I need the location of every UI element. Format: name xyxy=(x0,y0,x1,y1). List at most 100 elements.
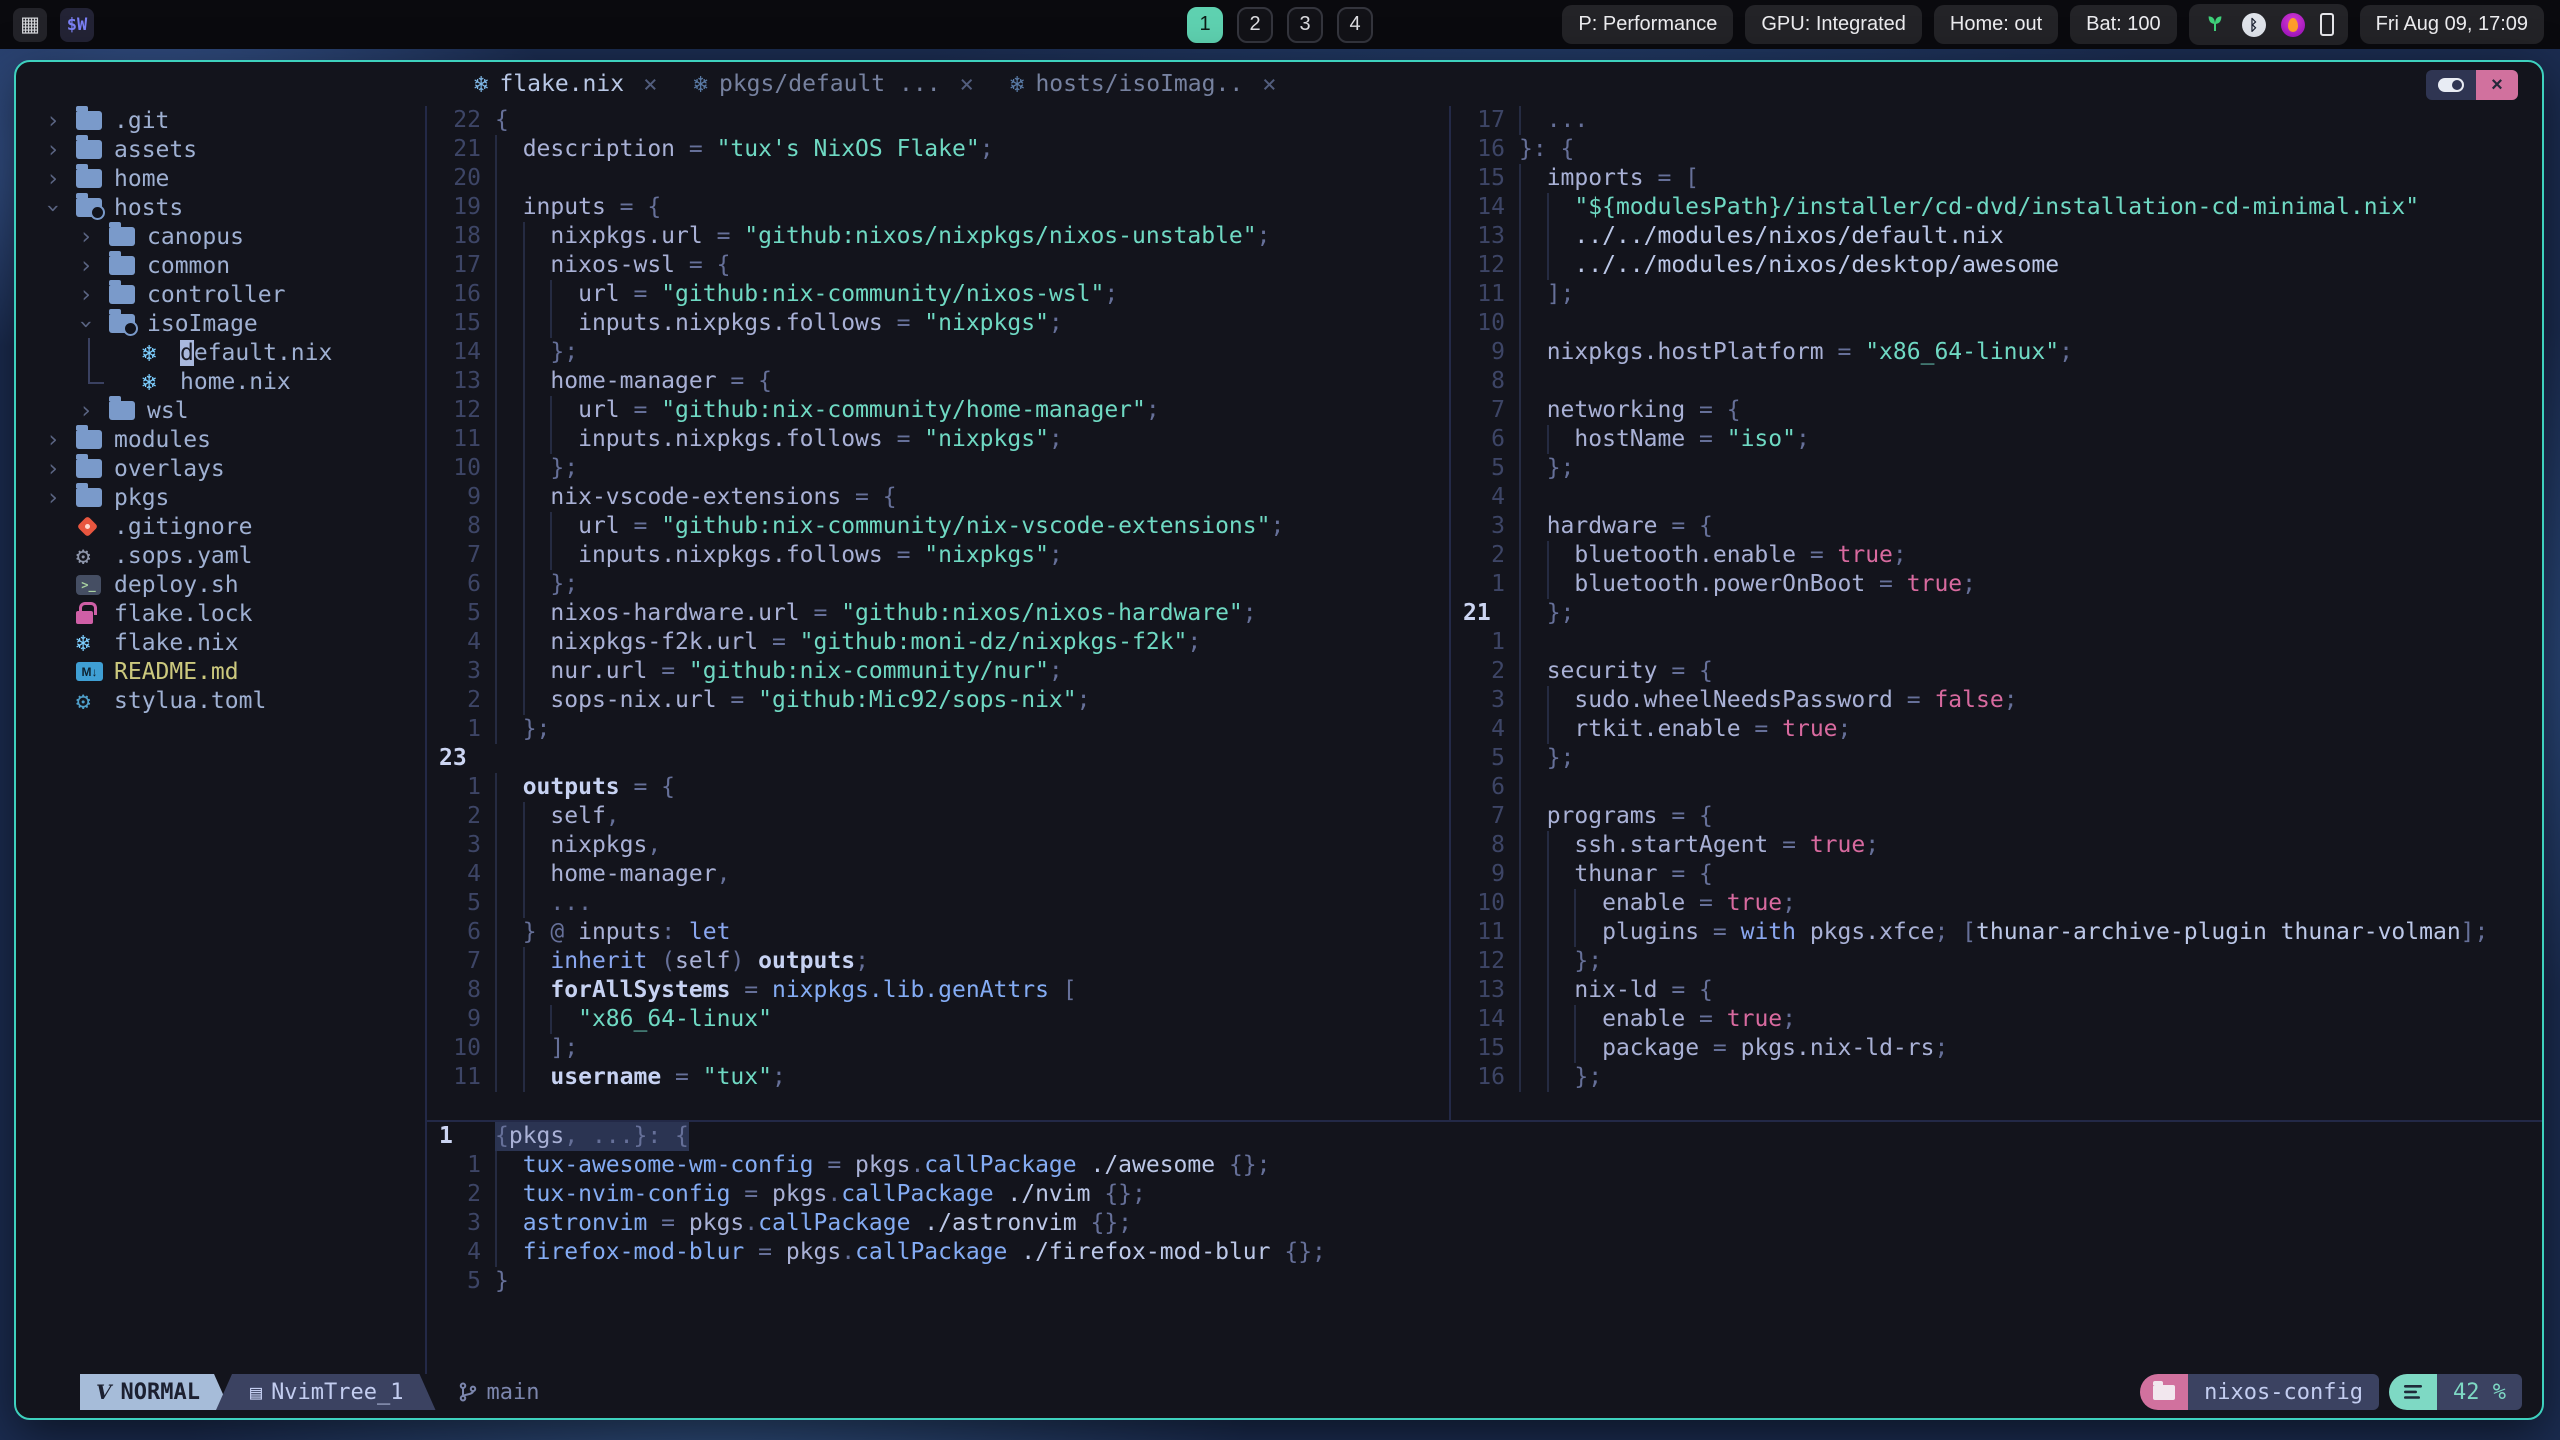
iso-default-nix-line[interactable]: 16}: { xyxy=(1459,135,2542,164)
flake-nix-line[interactable]: 13 home-manager = { xyxy=(435,367,1449,396)
tree-item-canopus[interactable]: › canopus xyxy=(16,222,425,251)
iso-default-nix-line[interactable]: 9 thunar = { xyxy=(1459,860,2542,889)
chevron-right-icon[interactable]: › xyxy=(46,108,76,134)
iso-default-nix-line[interactable]: 10 xyxy=(1459,309,2542,338)
iso-default-nix-line[interactable]: 4 rtkit.enable = true; xyxy=(1459,715,2542,744)
tree-item-assets[interactable]: › assets xyxy=(16,135,425,164)
iso-default-nix-line[interactable]: 14 enable = true; xyxy=(1459,1005,2542,1034)
chevron-down-icon[interactable]: › xyxy=(73,311,109,337)
flake-nix-line[interactable]: 12 url = "github:nix-community/home-mana… xyxy=(435,396,1449,425)
pkgs-default-nix-line[interactable]: 2 tux-nvim-config = pkgs.callPackage ./n… xyxy=(435,1180,2542,1209)
iso-default-nix-line[interactable]: 8 ssh.startAgent = true; xyxy=(1459,831,2542,860)
window-toggle-button[interactable] xyxy=(2426,70,2476,100)
flake-nix-line[interactable]: 6 } @ inputs: let xyxy=(435,918,1449,947)
pkgs-default-nix-line[interactable]: 3 astronvim = pkgs.callPackage ./astronv… xyxy=(435,1209,2542,1238)
tree-item-flake-nix[interactable]: ❄ flake.nix xyxy=(16,628,425,657)
iso-default-nix-line[interactable]: 11 ]; xyxy=(1459,280,2542,309)
tree-item-overlays[interactable]: › overlays xyxy=(16,454,425,483)
iso-default-nix-line[interactable]: 14 "${modulesPath}/installer/cd-dvd/inst… xyxy=(1459,193,2542,222)
workspace-button-2[interactable]: 2 xyxy=(1237,6,1273,43)
chevron-right-icon[interactable]: › xyxy=(46,166,76,192)
iso-default-nix-line[interactable]: 4 xyxy=(1459,483,2542,512)
flake-nix-line[interactable]: 2 self, xyxy=(435,802,1449,831)
flake-nix-line[interactable]: 19 inputs = { xyxy=(435,193,1449,222)
chevron-right-icon[interactable]: › xyxy=(46,485,76,511)
flake-nix-line[interactable]: 7 inherit (self) outputs; xyxy=(435,947,1449,976)
window-close-button[interactable]: × xyxy=(2476,70,2518,100)
phone-icon[interactable] xyxy=(2319,13,2334,36)
iso-default-nix-line[interactable]: 6 xyxy=(1459,773,2542,802)
flake-nix-line[interactable]: 2 sops-nix.url = "github:Mic92/sops-nix"… xyxy=(435,686,1449,715)
flake-nix-line[interactable]: 14 }; xyxy=(435,338,1449,367)
flake-nix-line[interactable]: 8 forAllSystems = nixpkgs.lib.genAttrs [ xyxy=(435,976,1449,1005)
flake-nix-line[interactable]: 21 description = "tux's NixOS Flake"; xyxy=(435,135,1449,164)
iso-default-nix-line[interactable]: 5 }; xyxy=(1459,744,2542,773)
launcher-button[interactable]: ▦ xyxy=(13,7,47,42)
chevron-right-icon[interactable]: › xyxy=(79,224,109,250)
flake-nix-line[interactable]: 11 inputs.nixpkgs.follows = "nixpkgs"; xyxy=(435,425,1449,454)
flake-nix-line[interactable]: 17 nixos-wsl = { xyxy=(435,251,1449,280)
flake-nix-line[interactable]: 10 }; xyxy=(435,454,1449,483)
flake-nix-line[interactable]: 4 home-manager, xyxy=(435,860,1449,889)
tree-item--git[interactable]: › .git xyxy=(16,106,425,135)
iso-default-nix-line[interactable]: 9 nixpkgs.hostPlatform = "x86_64-linux"; xyxy=(1459,338,2542,367)
tab-flake-nix[interactable]: ❄ flake.nix × xyxy=(456,62,676,106)
iso-default-nix-line[interactable]: 8 xyxy=(1459,367,2542,396)
flake-nix-line[interactable]: 10 ]; xyxy=(435,1034,1449,1063)
flake-nix-line[interactable]: 8 url = "github:nix-community/nix-vscode… xyxy=(435,512,1449,541)
workspace-button-3[interactable]: 3 xyxy=(1287,6,1323,43)
tab-close-icon[interactable]: × xyxy=(960,70,974,98)
iso-default-nix-line[interactable]: 7 networking = { xyxy=(1459,396,2542,425)
chevron-right-icon[interactable]: › xyxy=(46,456,76,482)
iso-default-nix-line[interactable]: 3 hardware = { xyxy=(1459,512,2542,541)
tab-close-icon[interactable]: × xyxy=(1262,70,1276,98)
flake-nix-line[interactable]: 16 url = "github:nix-community/nixos-wsl… xyxy=(435,280,1449,309)
pkgs-default-nix-line[interactable]: 1 tux-awesome-wm-config = pkgs.callPacka… xyxy=(435,1151,2542,1180)
tree-item--sops-yaml[interactable]: ⚙ .sops.yaml xyxy=(16,541,425,570)
tree-item-modules[interactable]: › modules xyxy=(16,425,425,454)
workspace-button-4[interactable]: 4 xyxy=(1337,6,1373,43)
flake-nix-line[interactable]: 22 { xyxy=(435,106,1449,135)
tree-item-home[interactable]: › home xyxy=(16,164,425,193)
flake-nix-line[interactable]: 9 "x86_64-linux" xyxy=(435,1005,1449,1034)
tree-item-README-md[interactable]: M↓ README.md xyxy=(16,657,425,686)
tree-item-flake-lock[interactable]: flake.lock xyxy=(16,599,425,628)
flame-icon[interactable] xyxy=(2280,12,2305,37)
pkgs-default-nix-line[interactable]: 5} xyxy=(435,1267,2542,1296)
chevron-right-icon[interactable]: › xyxy=(46,427,76,453)
tree-item-wsl[interactable]: › wsl xyxy=(16,396,425,425)
iso-default-nix-line[interactable]: 16 }; xyxy=(1459,1063,2542,1092)
pkgs-default-nix-line[interactable]: 1 {pkgs, ...}: { xyxy=(435,1122,2542,1151)
flake-nix-line[interactable]: 15 inputs.nixpkgs.follows = "nixpkgs"; xyxy=(435,309,1449,338)
iso-default-nix-line[interactable]: 11 plugins = with pkgs.xfce; [thunar-arc… xyxy=(1459,918,2542,947)
iso-default-nix-line[interactable]: 12 ../../modules/nixos/desktop/awesome xyxy=(1459,251,2542,280)
flake-nix-line[interactable]: 11 username = "tux"; xyxy=(435,1063,1449,1092)
tree-item--gitignore[interactable]: .gitignore xyxy=(16,512,425,541)
tree-item-isoImage[interactable]: › isoImage xyxy=(16,309,425,338)
layout-indicator-button[interactable]: $W xyxy=(60,7,94,42)
flake-nix-line[interactable]: 23 xyxy=(435,744,1449,773)
iso-default-nix-line[interactable]: 17 ... xyxy=(1459,106,2542,135)
flake-nix-line[interactable]: 5 nixos-hardware.url = "github:nixos/nix… xyxy=(435,599,1449,628)
iso-default-nix-line[interactable]: 10 enable = true; xyxy=(1459,889,2542,918)
tab-hosts-isoImag-[interactable]: ❄ hosts/isoImag.. × xyxy=(992,62,1295,106)
iso-default-nix-line[interactable]: 13 nix-ld = { xyxy=(1459,976,2542,1005)
flake-nix-line[interactable]: 3 nur.url = "github:nix-community/nur"; xyxy=(435,657,1449,686)
iso-default-nix-line[interactable]: 1 bluetooth.powerOnBoot = true; xyxy=(1459,570,2542,599)
flake-nix-line[interactable]: 1 outputs = { xyxy=(435,773,1449,802)
tree-item-deploy-sh[interactable]: >_ deploy.sh xyxy=(16,570,425,599)
flake-nix-line[interactable]: 7 inputs.nixpkgs.follows = "nixpkgs"; xyxy=(435,541,1449,570)
iso-default-nix-line[interactable]: 3 sudo.wheelNeedsPassword = false; xyxy=(1459,686,2542,715)
tree-item-home-nix[interactable]: ❄ home.nix xyxy=(16,367,425,396)
iso-default-nix-line[interactable]: 21 }; xyxy=(1459,599,2542,628)
flake-nix-line[interactable]: 4 nixpkgs-f2k.url = "github:moni-dz/nixp… xyxy=(435,628,1449,657)
tree-item-stylua-toml[interactable]: ⚙ stylua.toml xyxy=(16,686,425,715)
pkgs-default-nix-line[interactable]: 4 firefox-mod-blur = pkgs.callPackage ./… xyxy=(435,1238,2542,1267)
flake-nix-line[interactable]: 18 nixpkgs.url = "github:nixos/nixpkgs/n… xyxy=(435,222,1449,251)
tree-item-pkgs[interactable]: › pkgs xyxy=(16,483,425,512)
flake-nix-line[interactable]: 6 }; xyxy=(435,570,1449,599)
chevron-right-icon[interactable]: › xyxy=(46,137,76,163)
iso-default-nix-line[interactable]: 13 ../../modules/nixos/default.nix xyxy=(1459,222,2542,251)
chevron-right-icon[interactable]: › xyxy=(79,253,109,279)
flake-nix-line[interactable]: 1 }; xyxy=(435,715,1449,744)
